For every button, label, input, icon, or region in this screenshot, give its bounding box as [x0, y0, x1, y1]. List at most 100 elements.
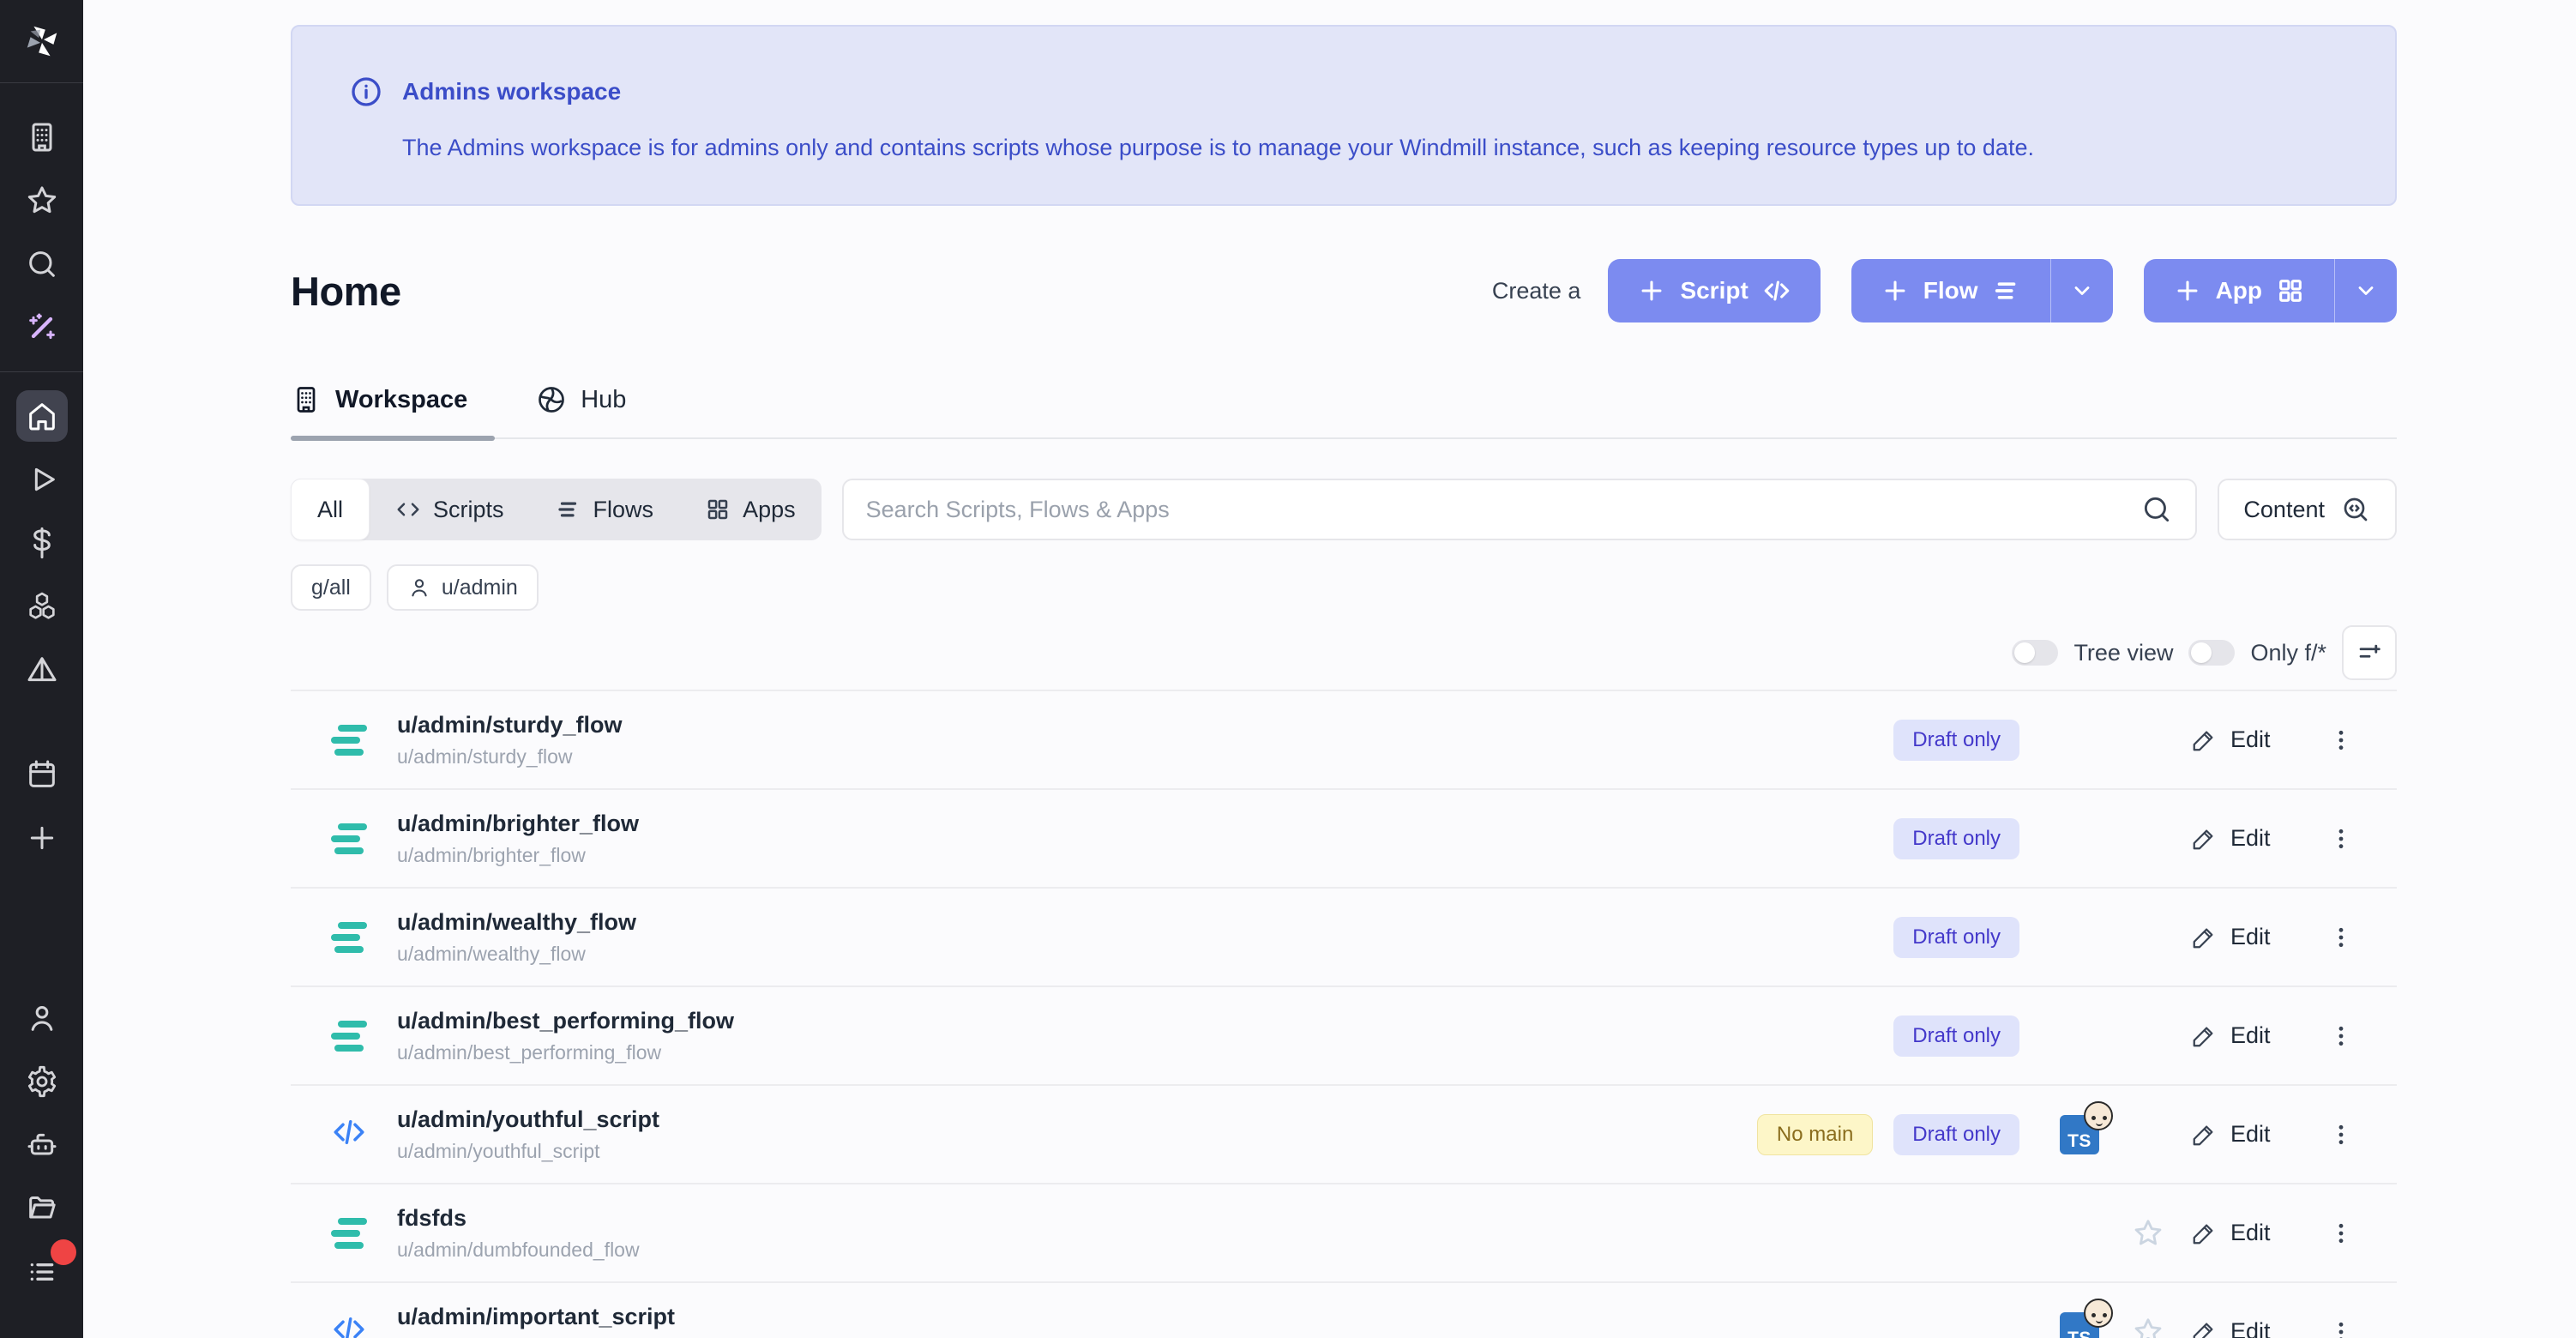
sidebar-item-schedules-calendar[interactable] [16, 749, 68, 800]
search-box [842, 479, 2198, 540]
bun-logo-icon [2084, 1299, 2113, 1328]
notification-dot [51, 1239, 76, 1265]
building-icon [25, 120, 59, 154]
tree-view-toggle[interactable] [2012, 640, 2058, 666]
content-search-button[interactable]: Content [2218, 479, 2397, 540]
search-icon[interactable] [2140, 493, 2173, 526]
kebab-menu-button[interactable] [2320, 1220, 2362, 1247]
flow-icon [331, 823, 367, 854]
edit-button-label: Edit [2230, 726, 2271, 753]
only-f-toggle[interactable] [2188, 640, 2235, 666]
list-item[interactable]: u/admin/brighter_flow u/admin/brighter_f… [291, 790, 2397, 889]
favorite-star-button[interactable] [2122, 1217, 2174, 1250]
filter-apps-label: Apps [743, 497, 796, 523]
create-app-main[interactable]: App [2144, 259, 2334, 322]
cubes-icon [25, 589, 59, 624]
chevron-down-icon [2354, 279, 2378, 303]
user-icon [407, 576, 431, 600]
kebab-menu-button[interactable] [2320, 1318, 2362, 1338]
create-app-dropdown[interactable] [2334, 259, 2397, 322]
filter-apps[interactable]: Apps [679, 479, 822, 540]
list-item[interactable]: u/admin/best_performing_flow u/admin/bes… [291, 987, 2397, 1086]
pencil-icon [2191, 925, 2217, 950]
search-input[interactable] [866, 497, 2141, 523]
create-script-button[interactable]: Script [1608, 259, 1820, 322]
edit-button[interactable]: Edit [2191, 1318, 2320, 1338]
kebab-menu-button[interactable] [2320, 1022, 2362, 1050]
plus-icon [2173, 276, 2202, 305]
windmill-logo[interactable] [0, 0, 83, 83]
chip-u-admin-label: u/admin [442, 576, 518, 600]
badge-warn: No main [1757, 1114, 1873, 1155]
language-badge-slot: TS [2054, 1312, 2105, 1338]
items-list: u/admin/sturdy_flow u/admin/sturdy_flow … [291, 690, 2397, 1338]
sidebar-item-resources[interactable] [16, 581, 68, 632]
content-button-label: Content [2243, 497, 2325, 523]
item-title: u/admin/important_script [397, 1304, 2019, 1330]
create-a-label: Create a [1492, 278, 1581, 304]
chip-u-admin[interactable]: u/admin [387, 564, 539, 611]
user-icon [25, 1001, 59, 1035]
pencil-icon [2191, 727, 2217, 753]
sidebar-item-workers[interactable] [16, 1119, 68, 1171]
kebab-menu-button[interactable] [2320, 726, 2362, 754]
list-item[interactable]: u/admin/important_script u/admin/importa… [291, 1283, 2397, 1338]
filter-all[interactable]: All [291, 479, 370, 540]
sidebar-item-schedules-prism[interactable] [16, 644, 68, 696]
edit-button[interactable]: Edit [2191, 1220, 2320, 1246]
kebab-menu-button[interactable] [2320, 924, 2362, 951]
list-item[interactable]: fdsfds u/admin/dumbfounded_flow TS Edit [291, 1184, 2397, 1283]
view-options: Tree view Only f/* [291, 624, 2397, 681]
admins-workspace-banner: Admins workspace The Admins workspace is… [291, 25, 2397, 206]
sidebar-item-add[interactable] [16, 812, 68, 864]
sidebar-item-runs[interactable] [16, 454, 68, 505]
globe-icon [536, 384, 567, 415]
sidebar-item-ai-assistant[interactable] [16, 302, 68, 353]
flow-icon [331, 725, 367, 756]
bars-staggered-icon [1992, 276, 2021, 305]
folder-open-icon [25, 1191, 59, 1226]
sidebar-item-folders[interactable] [16, 1183, 68, 1234]
dollar-icon [25, 526, 59, 560]
create-flow-dropdown[interactable] [2050, 259, 2113, 322]
active-tab-underline [291, 436, 495, 441]
sidebar-item-variables[interactable] [16, 517, 68, 569]
display-settings-button[interactable] [2342, 625, 2397, 680]
sidebar-item-audit-logs[interactable] [16, 1246, 68, 1298]
filter-flows[interactable]: Flows [530, 479, 680, 540]
flow-icon [331, 1021, 367, 1052]
kebab-icon [2327, 1121, 2355, 1148]
badge-draft: Draft only [1893, 1114, 2019, 1155]
sidebar-item-home[interactable] [16, 390, 68, 442]
sidebar-item-settings[interactable] [16, 1056, 68, 1107]
tab-workspace[interactable]: Workspace [291, 384, 467, 437]
prism-icon [25, 653, 59, 687]
edit-button[interactable]: Edit [2191, 924, 2320, 950]
page-title: Home [291, 268, 401, 315]
edit-button[interactable]: Edit [2191, 726, 2320, 753]
list-item[interactable]: u/admin/youthful_script u/admin/youthful… [291, 1086, 2397, 1184]
filter-scripts[interactable]: Scripts [370, 479, 530, 540]
bars-staggered-icon [556, 497, 581, 522]
main-content: Admins workspace The Admins workspace is… [83, 25, 2576, 1338]
edit-button[interactable]: Edit [2191, 1121, 2320, 1148]
item-badges: Draft only [1893, 720, 2019, 761]
edit-button[interactable]: Edit [2191, 1022, 2320, 1049]
edit-button-label: Edit [2230, 1318, 2271, 1338]
list-item[interactable]: u/admin/sturdy_flow u/admin/sturdy_flow … [291, 691, 2397, 790]
chip-g-all[interactable]: g/all [291, 564, 371, 611]
edit-button[interactable]: Edit [2191, 825, 2320, 852]
kebab-menu-button[interactable] [2320, 825, 2362, 853]
kebab-menu-button[interactable] [2320, 1121, 2362, 1148]
item-path: u/admin/wealthy_flow [397, 943, 1893, 966]
home-icon [25, 399, 59, 433]
list-item[interactable]: u/admin/wealthy_flow u/admin/wealthy_flo… [291, 889, 2397, 987]
create-flow-main[interactable]: Flow [1851, 259, 2050, 322]
sidebar-item-favorites[interactable] [16, 175, 68, 226]
search-icon [25, 247, 59, 281]
favorite-star-button[interactable] [2122, 1316, 2174, 1338]
sidebar-item-user[interactable] [16, 992, 68, 1044]
sidebar-item-workspace-building[interactable] [16, 112, 68, 163]
tab-hub[interactable]: Hub [536, 384, 626, 437]
sidebar-item-search[interactable] [16, 238, 68, 290]
